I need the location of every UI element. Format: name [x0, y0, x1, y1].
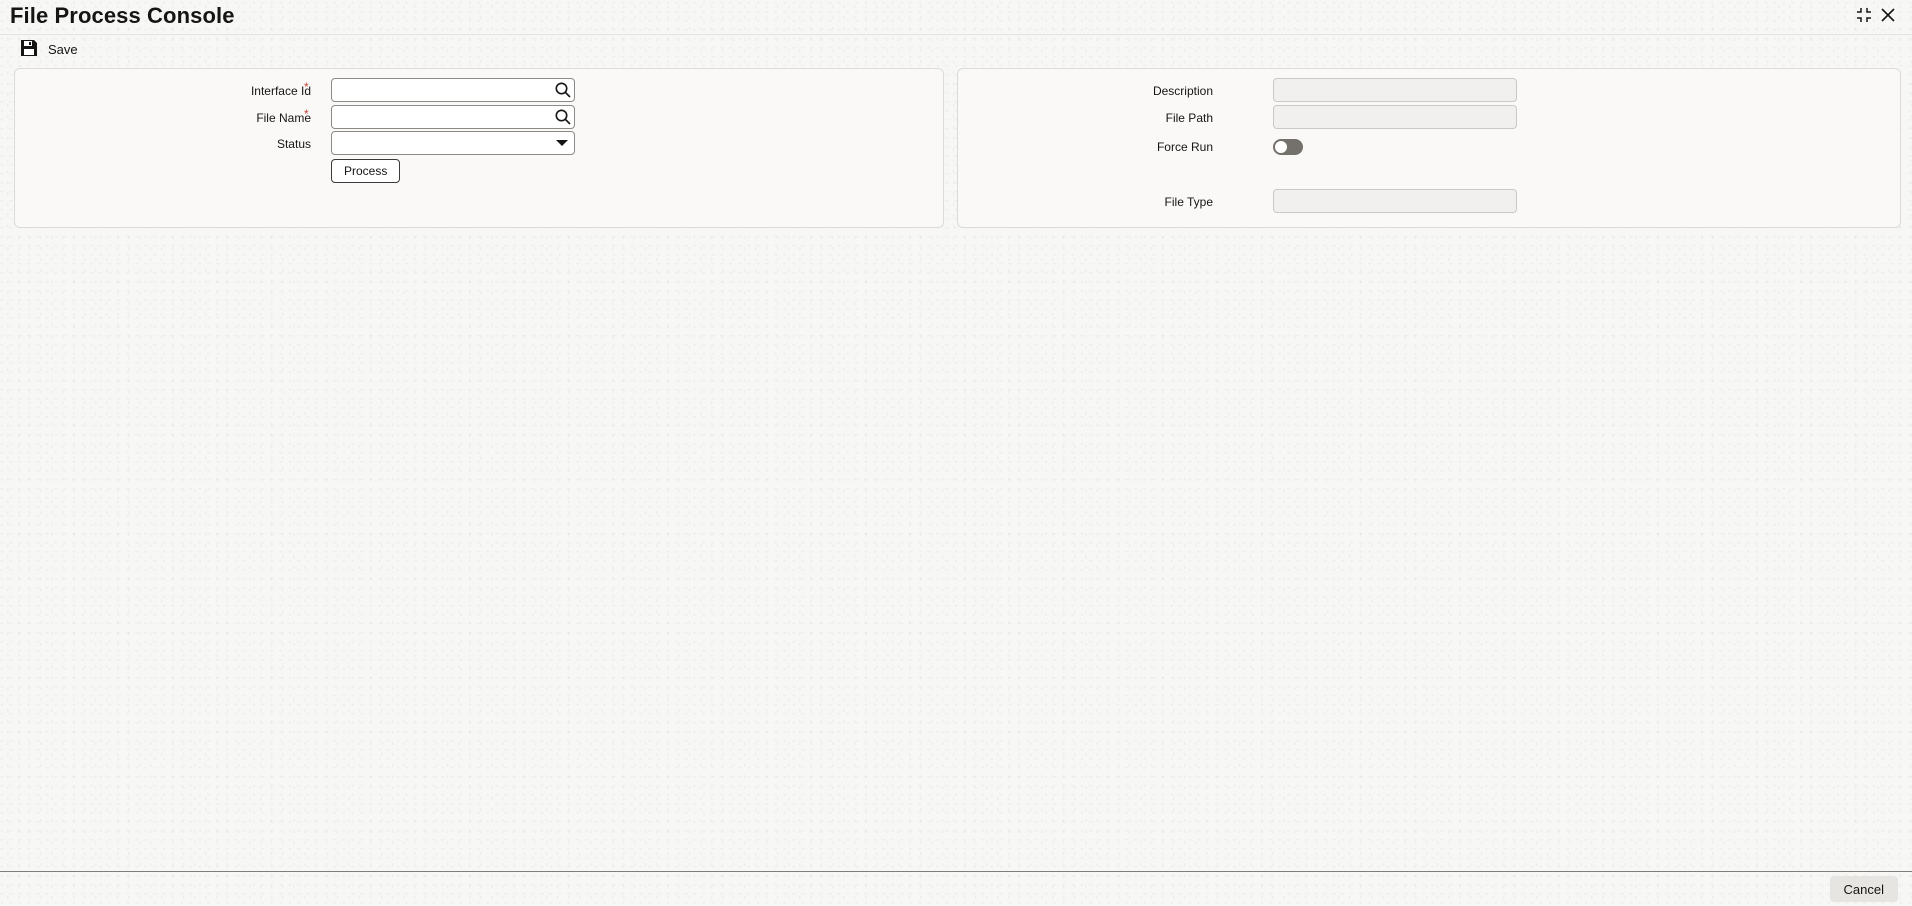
force-run-label: Force Run: [1156, 140, 1213, 154]
save-label: Save: [48, 42, 78, 57]
required-indicator: *: [304, 80, 309, 94]
description-field[interactable]: [1273, 78, 1517, 102]
file-type-label: File Type: [1164, 195, 1213, 209]
title-bar: File Process Console: [0, 0, 1912, 34]
file-type-field[interactable]: [1273, 189, 1517, 213]
file-name-input[interactable]: [331, 105, 575, 129]
toolbar: Save: [0, 34, 1912, 65]
save-button[interactable]: Save: [20, 39, 78, 60]
toggle-knob: [1275, 141, 1287, 153]
required-indicator: *: [304, 107, 309, 121]
minimize-icon[interactable]: [1853, 4, 1875, 26]
interface-id-label: Interface Id: [250, 84, 311, 98]
chevron-down-icon[interactable]: [556, 140, 568, 146]
interface-id-input[interactable]: [331, 78, 575, 102]
file-name-label: File Name: [256, 111, 311, 125]
close-icon[interactable]: [1877, 4, 1899, 26]
cancel-button[interactable]: Cancel: [1829, 876, 1898, 902]
file-path-field[interactable]: [1273, 105, 1517, 129]
footer: Cancel: [0, 871, 1912, 906]
save-icon: [20, 39, 38, 60]
force-run-toggle[interactable]: [1273, 139, 1303, 155]
search-icon[interactable]: [554, 108, 572, 126]
description-label: Description: [1152, 84, 1213, 98]
search-icon[interactable]: [554, 81, 572, 99]
status-label: Status: [276, 137, 311, 151]
status-select[interactable]: [331, 131, 575, 155]
process-button[interactable]: Process: [331, 159, 401, 183]
file-path-label: File Path: [1165, 111, 1213, 125]
right-panel: Description File Path Force Run File Typ…: [957, 68, 1901, 228]
left-panel: Interface Id * File Name * Status Proces…: [14, 68, 944, 228]
page-title: File Process Console: [10, 3, 235, 28]
